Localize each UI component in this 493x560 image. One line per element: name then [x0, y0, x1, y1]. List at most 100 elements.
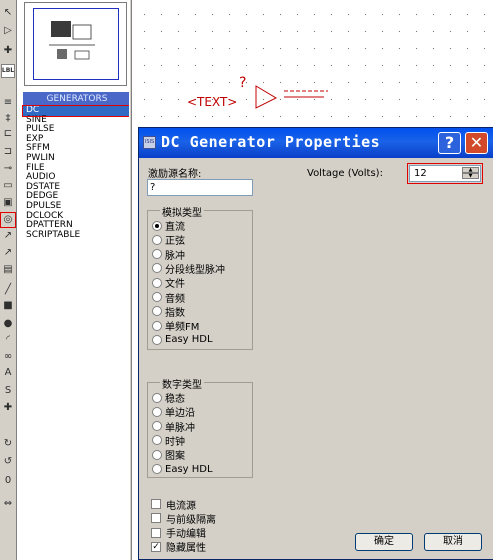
digital-type-option[interactable]: 单边沿	[152, 405, 195, 420]
marker-icon[interactable]: ✚	[1, 401, 15, 415]
voltage-label: Voltage (Volts):	[307, 168, 383, 179]
radio-button-icon[interactable]	[152, 421, 162, 432]
analog-type-option[interactable]: Easy HDL	[152, 333, 213, 346]
cancel-button[interactable]: 取消	[424, 533, 482, 551]
generator-icon[interactable]: ◎	[0, 212, 16, 228]
analog-type-option[interactable]: 音频	[152, 291, 185, 305]
voltage-input[interactable]: 12 ▲ ▼	[407, 163, 483, 184]
arc-icon[interactable]: ◜	[1, 333, 15, 347]
analog-type-option[interactable]: 分段线型脉冲	[152, 262, 225, 276]
thumb-block	[72, 24, 92, 40]
digital-type-option[interactable]: 稳态	[152, 391, 185, 405]
dialog-titlebar[interactable]: ISIS DC Generator Properties ? ✕	[139, 128, 493, 158]
dc-generator-dialog: ISIS DC Generator Properties ? ✕ 激励源名称: …	[138, 127, 493, 560]
radio-label: 单边沿	[165, 408, 195, 420]
stimulus-name-input[interactable]: ?	[147, 179, 253, 196]
checkbox-empty-icon[interactable]	[151, 499, 161, 509]
workspace-question-mark: ?	[239, 75, 247, 91]
current-probe-icon[interactable]: ↗	[1, 246, 15, 260]
wire-label-icon[interactable]: LBL	[1, 64, 15, 78]
overview-preview[interactable]	[24, 2, 127, 86]
radio-button-icon[interactable]	[152, 277, 162, 288]
option-checkbox[interactable]: ✓ 隐藏属性	[151, 540, 206, 554]
option-checkbox[interactable]: 手动编辑	[151, 526, 206, 540]
option-checkbox[interactable]: 电流源	[151, 497, 196, 512]
radio-button-icon[interactable]	[152, 292, 162, 302]
analog-type-option[interactable]: 指数	[152, 305, 185, 319]
checkbox-empty-icon[interactable]	[151, 513, 161, 524]
radio-label: Easy HDL	[165, 334, 213, 346]
checkbox-checked-icon[interactable]: ✓	[151, 541, 161, 552]
symbol-icon[interactable]: S	[1, 384, 15, 398]
rotate-clockwise-icon[interactable]: ↻	[1, 437, 15, 451]
voltage-probe-icon[interactable]: ↗	[1, 229, 15, 243]
close-button[interactable]: ✕	[465, 132, 488, 154]
radio-button-icon[interactable]	[152, 406, 162, 417]
app-root: ? <TEXT> ↖ ▷ ✚ LBL ≡ ‡ ⊏ ⊐ ⊸ ▭ ▣ ◎ ↗ ↗ ▤ ╱ ■ ● ◜ ∞ A S ✚ ↻ ↺ 0 ⇔ G…	[0, 0, 493, 560]
thumb-part	[57, 49, 67, 59]
junction-dot-icon[interactable]: ✚	[1, 44, 15, 58]
text-icon[interactable]: A	[1, 366, 15, 380]
voltage-spinner[interactable]: ▲ ▼	[462, 167, 479, 180]
radio-label: 脉冲	[165, 250, 185, 262]
radio-button-icon[interactable]	[152, 320, 162, 331]
spin-down-icon[interactable]: ▼	[462, 173, 479, 179]
workspace-text-tag[interactable]: <TEXT>	[187, 95, 237, 109]
radio-button-icon[interactable]	[152, 234, 162, 245]
checkbox-empty-icon[interactable]	[151, 527, 161, 538]
ok-button[interactable]: 确定	[355, 533, 413, 551]
checkbox-label: 手动编辑	[166, 529, 206, 541]
radio-label: 分段线型脉冲	[165, 264, 225, 276]
radio-button-icon[interactable]	[152, 220, 162, 231]
terminal-icon[interactable]: ⊐	[1, 145, 15, 159]
analog-type-option[interactable]: 脉冲	[152, 248, 185, 262]
digital-type-option[interactable]: 时钟	[152, 434, 185, 448]
analog-type-option[interactable]: 正弦	[152, 233, 185, 247]
radio-button-icon[interactable]	[152, 334, 162, 345]
radio-button-icon[interactable]	[152, 464, 162, 474]
box-icon[interactable]: ■	[1, 299, 15, 313]
option-checkbox[interactable]: 与前级隔离	[151, 511, 216, 526]
digital-type-option[interactable]: Easy HDL	[152, 463, 213, 476]
panel-splitter[interactable]	[129, 0, 132, 560]
radio-button-icon[interactable]	[152, 249, 162, 260]
isis-app-icon: ISIS	[143, 136, 156, 149]
analog-type-option[interactable]: 直流	[152, 219, 185, 233]
generator-item[interactable]: SCRIPTABLE	[23, 230, 130, 241]
component-mode-icon[interactable]: ▷	[1, 24, 15, 38]
line-icon[interactable]: ╱	[1, 283, 15, 297]
rotation-value-icon[interactable]: 0	[1, 474, 15, 488]
device-pin-icon[interactable]: ⊸	[1, 162, 15, 176]
digital-type-option[interactable]: 图案	[152, 448, 185, 462]
mirror-icon[interactable]: ⇔	[1, 497, 15, 511]
tape-recorder-icon[interactable]: ▣	[1, 196, 15, 210]
text-script-icon[interactable]: ≡	[1, 96, 15, 110]
radio-button-icon[interactable]	[152, 449, 162, 460]
selection-arrow-icon[interactable]: ↖	[1, 6, 15, 20]
help-button[interactable]: ?	[438, 132, 461, 154]
digital-type-option[interactable]: 单脉冲	[152, 420, 195, 434]
stimulus-name-label: 激励源名称:	[148, 169, 202, 180]
rotate-anticlockwise-icon[interactable]: ↺	[1, 455, 15, 469]
checkbox-label: 隐藏属性	[166, 543, 206, 555]
generator-symbol-preview[interactable]	[250, 82, 330, 112]
radio-button-icon[interactable]	[152, 263, 162, 274]
generator-triangle-icon	[255, 85, 278, 109]
generators-header: GENERATORS	[23, 92, 131, 106]
radio-button-icon[interactable]	[152, 435, 162, 446]
path-icon[interactable]: ∞	[1, 350, 15, 364]
radio-button-icon[interactable]	[152, 392, 162, 403]
generators-list: DC SINE PULSE EXP SFFM PWLIN FILE AUDIO DSTATE DE…	[22, 105, 131, 560]
dialog-title: DC Generator Properties	[161, 133, 381, 151]
analog-type-option[interactable]: 文件	[152, 276, 185, 290]
radio-label: 直流	[165, 222, 185, 233]
subcircuit-icon[interactable]: ⊏	[1, 127, 15, 141]
radio-button-icon[interactable]	[152, 306, 162, 317]
graph-icon[interactable]: ▭	[1, 179, 15, 193]
bus-icon[interactable]: ‡	[1, 112, 15, 126]
radio-label: 单频FM	[165, 322, 200, 334]
analog-type-option[interactable]: 单频FM	[152, 319, 200, 334]
virtual-instrument-icon[interactable]: ▤	[1, 263, 15, 277]
analog-group-title: 模拟类型	[160, 204, 204, 219]
circle-icon[interactable]: ●	[1, 317, 15, 331]
